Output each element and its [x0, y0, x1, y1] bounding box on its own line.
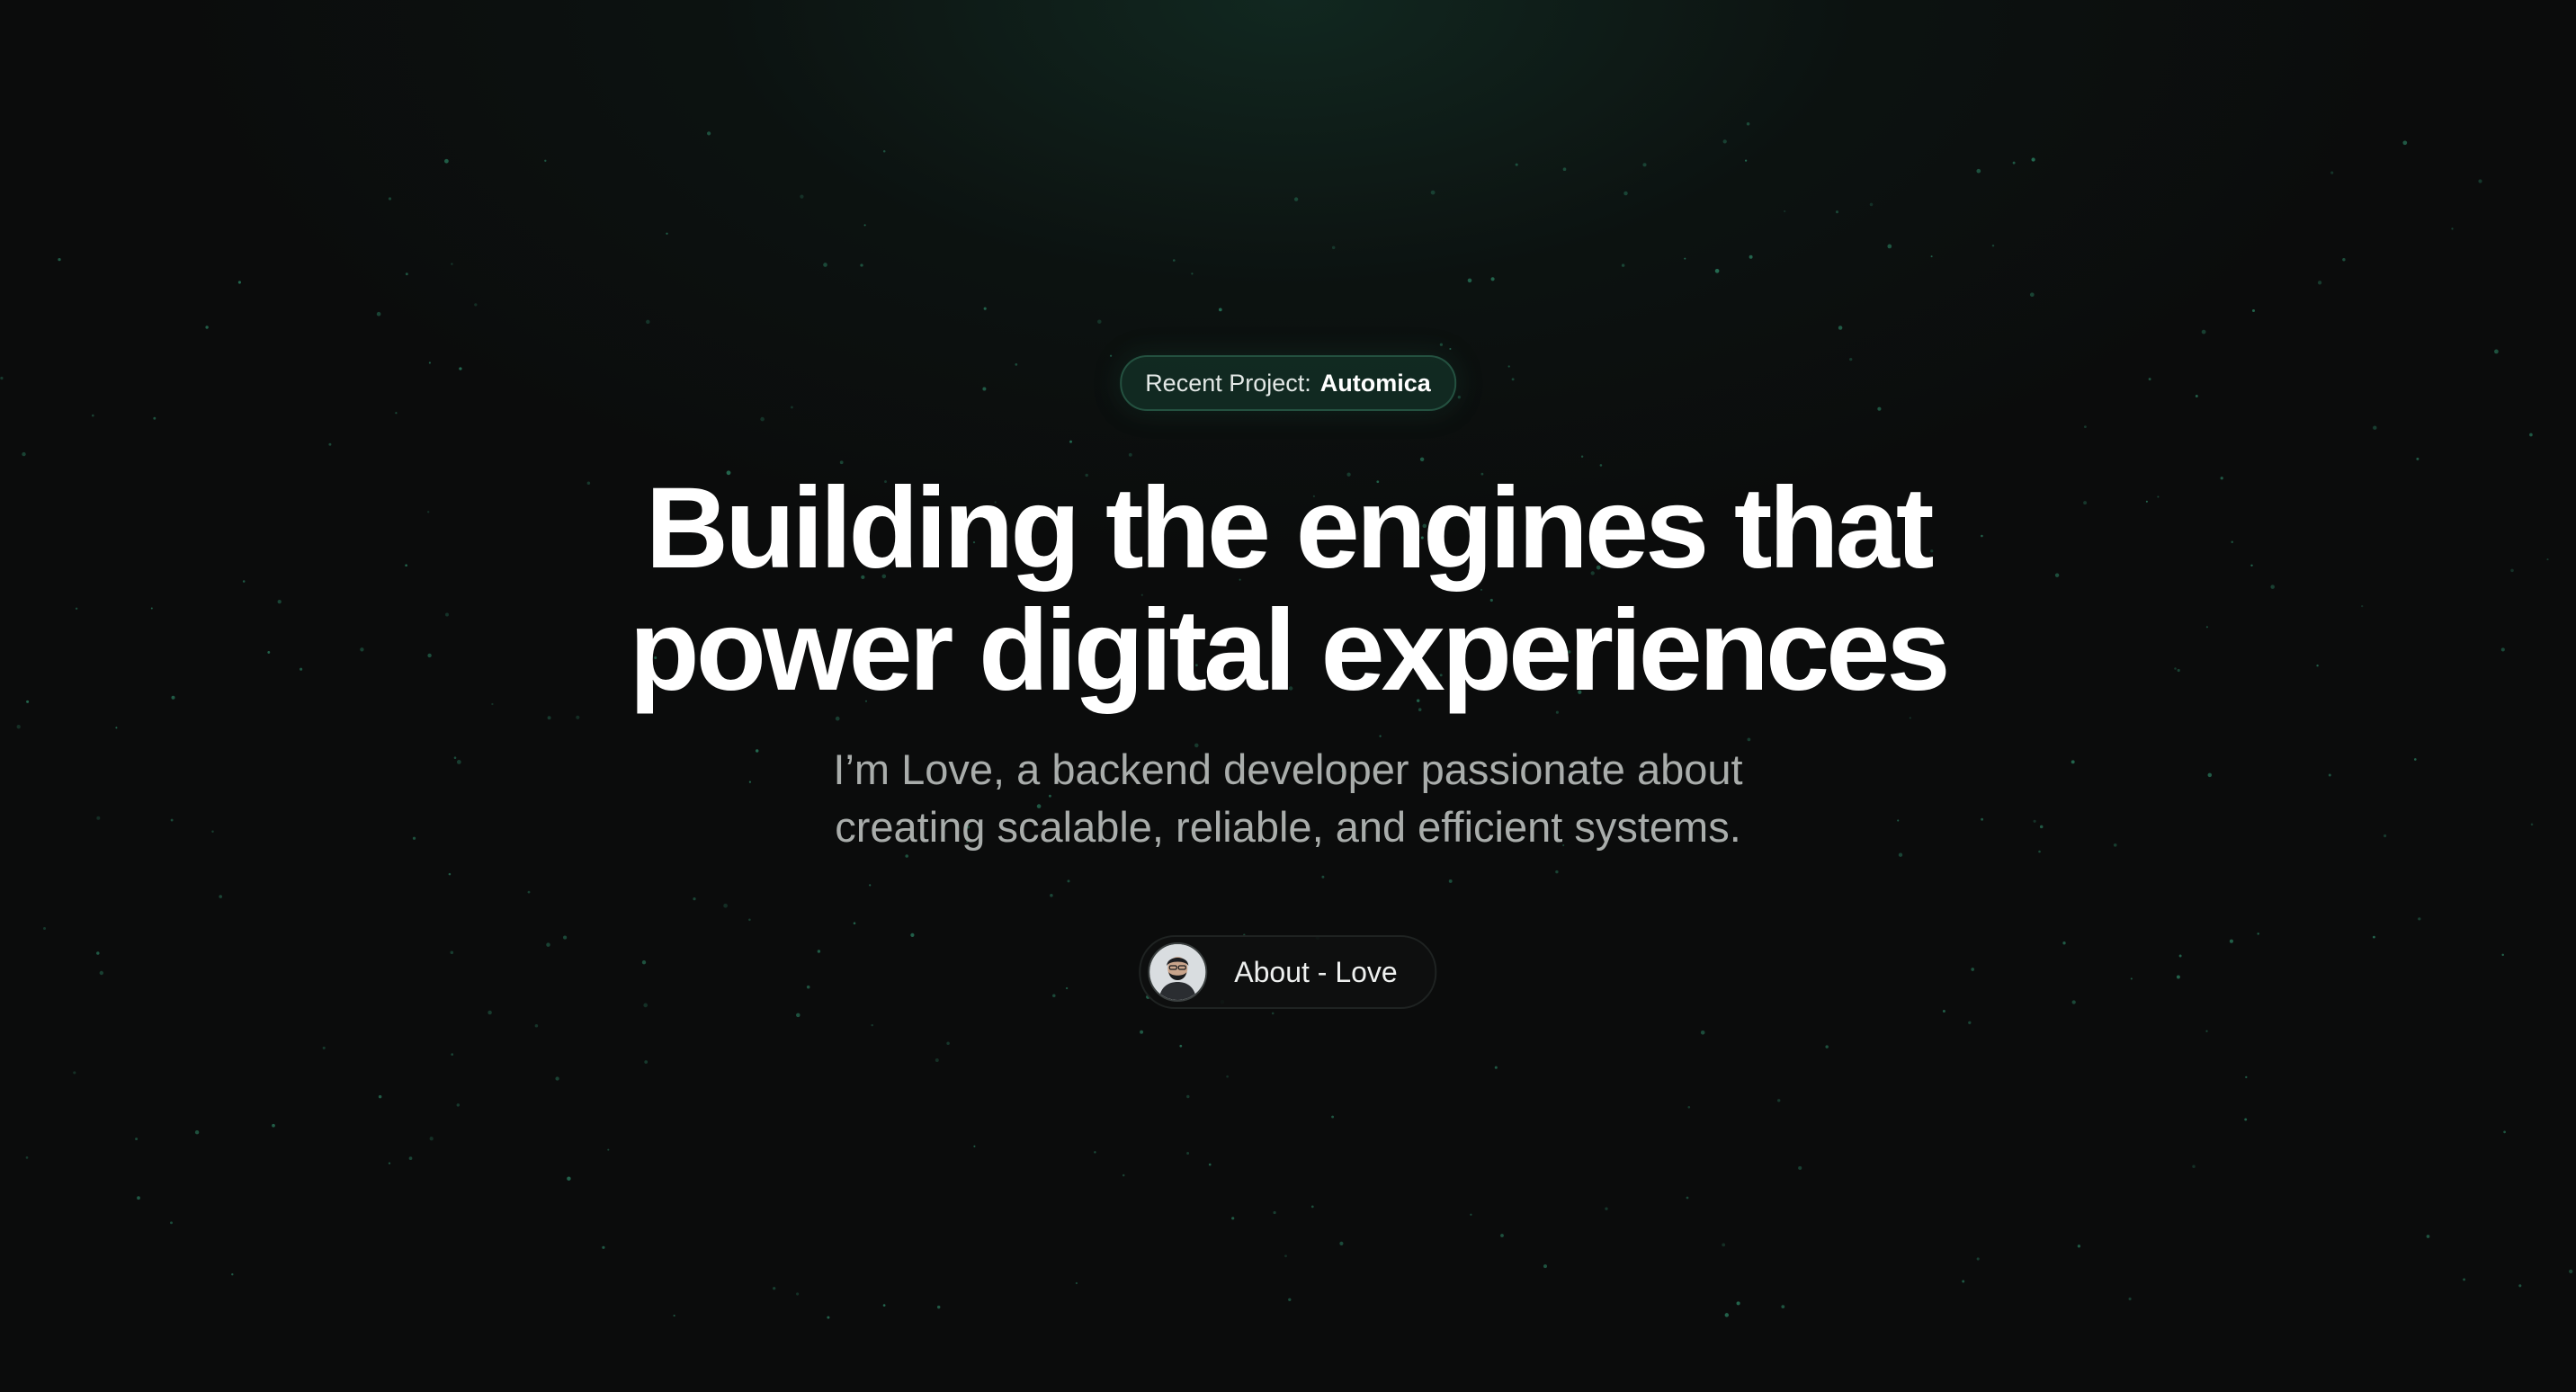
- hero-subtitle: I’m Love, a backend developer passionate…: [703, 741, 1873, 856]
- hero-headline: Building the engines that power digital …: [523, 468, 2053, 712]
- about-button-label: About - Love: [1234, 955, 1398, 988]
- subtitle-line-2: creating scalable, reliable, and efficie…: [835, 803, 1741, 851]
- subtitle-line-1: I’m Love, a backend developer passionate…: [833, 745, 1743, 793]
- badge-label: Recent Project:: [1145, 369, 1311, 397]
- headline-line-2: power digital experiences: [629, 586, 1951, 715]
- headline-line-1: Building the engines that: [645, 464, 1935, 593]
- avatar: [1148, 942, 1208, 1002]
- badge-project-name: Automica: [1319, 369, 1431, 397]
- recent-project-badge[interactable]: Recent Project: Automica: [1120, 355, 1456, 411]
- about-button[interactable]: About - Love: [1139, 935, 1437, 1009]
- hero-section: Recent Project: Automica Building the en…: [0, 0, 2576, 1392]
